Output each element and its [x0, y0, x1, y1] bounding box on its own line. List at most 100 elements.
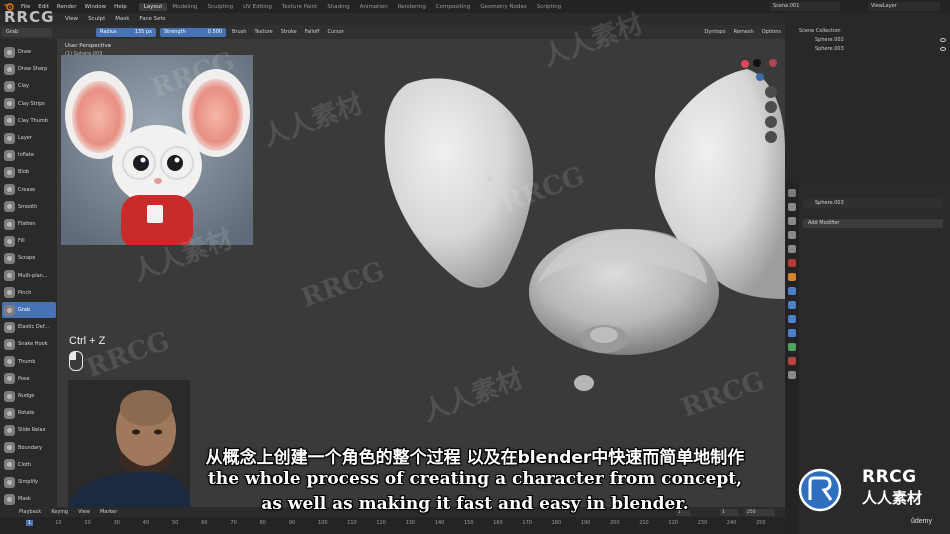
brush-icon [4, 338, 15, 350]
view-layer-tab-icon[interactable] [788, 231, 796, 239]
data-tab-icon[interactable] [788, 343, 796, 351]
tool-rotate[interactable]: Rotate [2, 405, 56, 421]
tool-snake-hook[interactable]: Snake Hook [2, 336, 56, 352]
tool-smooth[interactable]: Smooth [2, 199, 56, 215]
scene-tab-icon[interactable] [788, 245, 796, 253]
timeline-tick-label: 250 [756, 520, 766, 526]
header-face-sets[interactable]: Face Sets [134, 16, 170, 22]
visibility-eye-icon[interactable] [940, 47, 946, 51]
tool-draw[interactable]: Draw [2, 44, 56, 60]
tool-slide-relax[interactable]: Slide Relax [2, 422, 56, 438]
tab-scripting[interactable]: Scripting [532, 3, 566, 11]
tool-tab-icon[interactable] [788, 189, 796, 197]
tool-label: Rotate [18, 410, 35, 417]
brush-icon [4, 218, 15, 230]
tab-modeling[interactable]: Modeling [167, 3, 202, 11]
scene-selector[interactable]: Scene.001 [770, 2, 840, 11]
rrcg-badge-subtitle: 人人素材 [862, 489, 923, 507]
timeline-tick-label: 170 [522, 520, 532, 526]
gizmo-x-axis-icon[interactable] [741, 60, 749, 68]
tab-sculpting[interactable]: Sculpting [202, 3, 238, 11]
tool-thumb[interactable]: Thumb [2, 354, 56, 370]
menu-render[interactable]: Render [53, 4, 81, 10]
tool-flatten[interactable]: Flatten [2, 216, 56, 232]
tab-compositing[interactable]: Compositing [431, 3, 475, 11]
gizmo-z-axis-icon[interactable] [753, 59, 761, 67]
tool-clay[interactable]: Clay [2, 78, 56, 94]
tool-clay-strips[interactable]: Clay Strips [2, 96, 56, 112]
tab-uv-editing[interactable]: UV Editing [238, 3, 277, 11]
menu-window[interactable]: Window [80, 4, 110, 10]
output-tab-icon[interactable] [788, 217, 796, 225]
object-tab-icon[interactable] [788, 273, 796, 281]
udemy-logo: ûdemy [911, 518, 933, 525]
dyntopo-dropdown[interactable]: Dyntopo [700, 29, 729, 35]
brush-dropdown[interactable]: Brush [228, 29, 250, 35]
gizmo-neg-axis-icon[interactable] [756, 73, 764, 81]
gizmo-y-axis-icon[interactable] [769, 59, 777, 67]
camera-icon[interactable] [765, 116, 777, 128]
material-tab-icon[interactable] [788, 357, 796, 365]
header-view[interactable]: View [60, 16, 83, 22]
radius-field[interactable]: Radius 135 px [96, 27, 156, 37]
brush-icon [4, 201, 15, 213]
top-menu-bar: File Edit Render Window Help Layout Mode… [0, 0, 950, 13]
falloff-dropdown[interactable]: Falloff [301, 29, 324, 35]
viewport-header: View Sculpt Mask Face Sets [0, 13, 785, 25]
keyboard-shortcut-overlay: Ctrl + Z [69, 335, 106, 347]
tab-rendering[interactable]: Rendering [393, 3, 431, 11]
modifier-tab-icon[interactable] [788, 287, 796, 295]
object-name-field[interactable]: Sphere.003 [803, 199, 943, 208]
visibility-eye-icon[interactable] [940, 38, 946, 42]
tool-clay-thumb[interactable]: Clay Thumb [2, 113, 56, 129]
texture-tab-icon[interactable] [788, 371, 796, 379]
timeline-tick-label: 100 [318, 520, 328, 526]
tool-fill[interactable]: Fill [2, 233, 56, 249]
tool-elastic-def[interactable]: Elastic Def... [2, 319, 56, 335]
tab-shading[interactable]: Shading [322, 3, 354, 11]
header-mask[interactable]: Mask [110, 16, 134, 22]
particles-tab-icon[interactable] [788, 301, 796, 309]
add-modifier-button[interactable]: Add Modifier [803, 219, 943, 228]
header-sculpt[interactable]: Sculpt [83, 16, 110, 22]
scene-collection-row[interactable]: Scene Collection [799, 27, 841, 35]
render-tab-icon[interactable] [788, 203, 796, 211]
tool-multi-plan[interactable]: Multi-plan... [2, 268, 56, 284]
perspective-grid-icon[interactable] [765, 131, 777, 143]
tab-texture-paint[interactable]: Texture Paint [277, 3, 323, 11]
cursor-dropdown[interactable]: Cursor [323, 29, 347, 35]
brush-icon [4, 166, 15, 178]
constraints-tab-icon[interactable] [788, 329, 796, 337]
texture-dropdown[interactable]: Texture [250, 29, 276, 35]
navigation-gizmo[interactable] [727, 53, 779, 148]
remesh-dropdown[interactable]: Remesh [730, 29, 758, 35]
tool-inflate[interactable]: Inflate [2, 147, 56, 163]
pan-hand-icon[interactable] [765, 101, 777, 113]
timeline-tick-label: 90 [288, 520, 296, 526]
outliner-item[interactable]: Sphere.002 [815, 36, 844, 44]
tool-nudge[interactable]: Nudge [2, 388, 56, 404]
physics-tab-icon[interactable] [788, 315, 796, 323]
options-dropdown[interactable]: Options [758, 29, 785, 35]
view-layer-selector[interactable]: ViewLayer [868, 2, 940, 11]
brush-selector[interactable]: Grab [2, 27, 52, 37]
tool-layer[interactable]: Layer [2, 130, 56, 146]
strength-field[interactable]: Strength 0.500 [160, 27, 226, 37]
tool-scrape[interactable]: Scrape [2, 250, 56, 266]
tool-crease[interactable]: Crease [2, 182, 56, 198]
stroke-dropdown[interactable]: Stroke [277, 29, 301, 35]
tool-label: Layer [18, 135, 32, 141]
tool-pinch[interactable]: Pinch [2, 285, 56, 301]
tab-geometry-nodes[interactable]: Geometry Nodes [475, 3, 531, 11]
zoom-icon[interactable] [765, 86, 777, 98]
menu-help[interactable]: Help [110, 4, 131, 10]
timeline-ruler[interactable]: 1 10 20 30 40 50 60 70 80 90 100 110 120 130 140 150 160… [0, 517, 785, 534]
tool-pose[interactable]: Pose [2, 371, 56, 387]
tool-grab[interactable]: Grab [2, 302, 56, 318]
tab-layout[interactable]: Layout [138, 2, 168, 11]
world-tab-icon[interactable] [788, 259, 796, 267]
tab-animation[interactable]: Animation [355, 3, 393, 11]
outliner-item[interactable]: Sphere.003 [815, 45, 844, 53]
tool-draw-sharp[interactable]: Draw Sharp [2, 61, 56, 77]
tool-blob[interactable]: Blob [2, 164, 56, 180]
